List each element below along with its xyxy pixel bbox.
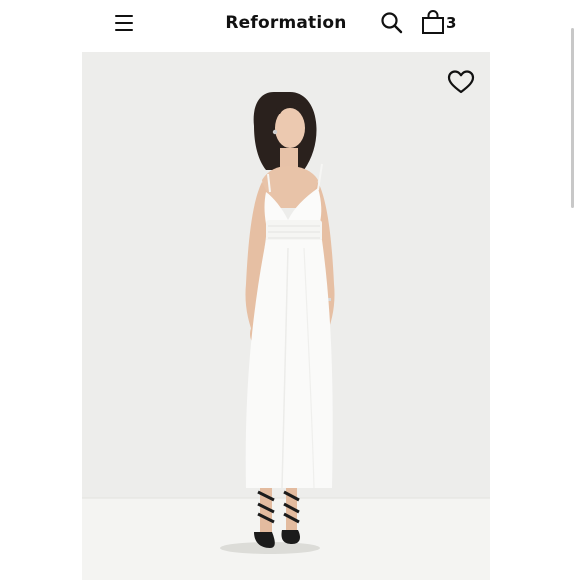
top-nav-bar: Reformation 3 bbox=[0, 0, 580, 46]
wishlist-button[interactable] bbox=[447, 69, 475, 95]
bag-count-badge: 3 bbox=[446, 14, 457, 32]
menu-icon-line bbox=[115, 29, 133, 31]
product-photo bbox=[82, 92, 490, 580]
menu-icon-line bbox=[115, 15, 133, 17]
page-scrollbar[interactable] bbox=[571, 28, 574, 208]
shopping-bag-icon bbox=[422, 10, 444, 34]
menu-icon-line bbox=[115, 22, 133, 24]
product-image[interactable] bbox=[82, 52, 490, 580]
menu-button[interactable] bbox=[112, 12, 136, 34]
shopping-bag-button[interactable] bbox=[421, 10, 445, 35]
heart-outline-icon bbox=[447, 70, 475, 94]
search-icon bbox=[381, 12, 403, 34]
brand-logo[interactable]: Reformation bbox=[206, 12, 366, 34]
product-page: Reformation 3 bbox=[0, 0, 580, 580]
search-button[interactable] bbox=[380, 11, 404, 35]
